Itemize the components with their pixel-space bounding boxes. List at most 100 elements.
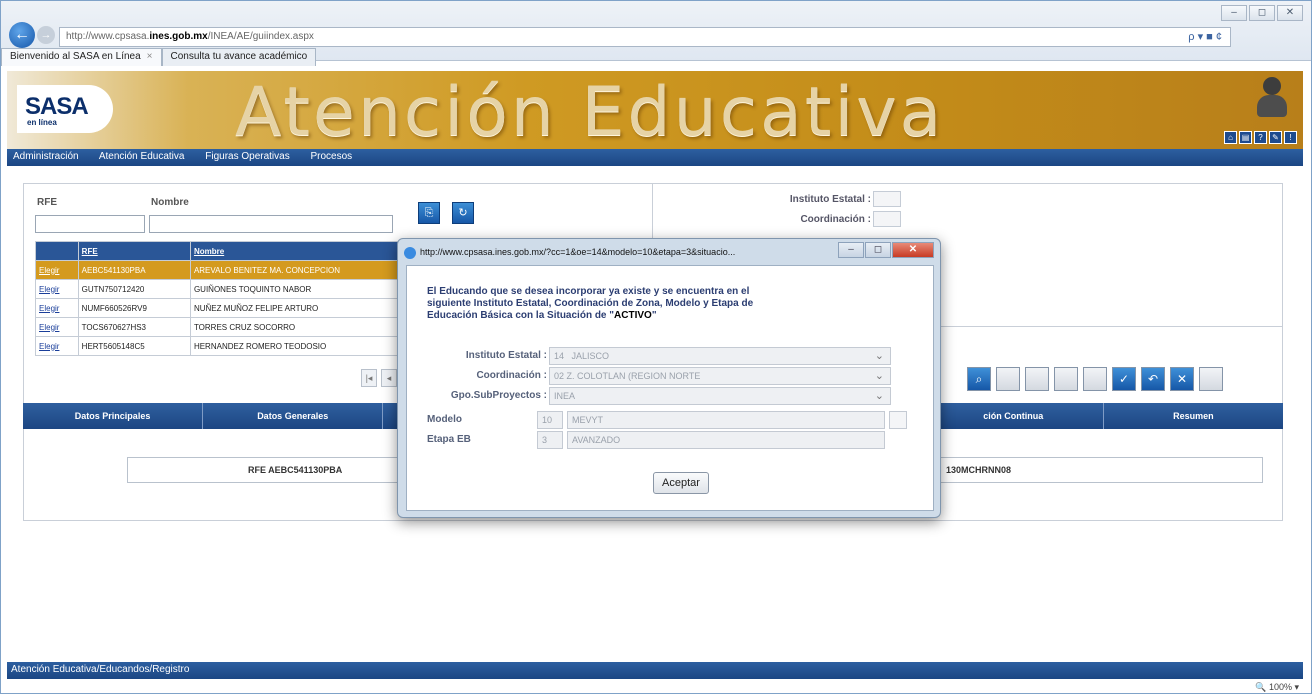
tools-icon[interactable]: ✎ [1269, 131, 1282, 144]
nombre-input[interactable] [149, 215, 393, 233]
tab-label: Consulta tu avance académico [170, 51, 308, 62]
row-nombre: TORRES CRUZ SOCORRO [189, 317, 430, 337]
menu-atencion-educativa[interactable]: Atención Educativa [99, 151, 185, 162]
table-row[interactable]: Elegir NUMF660526RV9 NUÑEZ MUÑOZ FELIPE … [35, 298, 430, 318]
tab-bienvenido[interactable]: Bienvenido al SASA en Línea × [1, 48, 162, 66]
coordinacion-field-label: Coordinación : [476, 370, 547, 381]
ie-icon [404, 247, 416, 259]
rfe-label: RFE [37, 197, 57, 208]
row-nombre: GUIÑONES TOQUINTO NABOR [189, 279, 430, 299]
tab-consulta[interactable]: Consulta tu avance académico [161, 48, 317, 66]
home-icon[interactable]: ⌂ [1224, 131, 1237, 144]
address-tools[interactable]: ρ ▾ ■ ¢ [1188, 30, 1222, 43]
message-line: siguiente Instituto Estatal, Coordinació… [427, 298, 754, 309]
app-banner: SASA en línea Atención Educativa ⌂ ▤ ? ✎… [7, 71, 1303, 149]
help-icon[interactable]: ? [1254, 131, 1267, 144]
status-activo: ACTIVO [614, 310, 652, 321]
row-nombre: AREVALO BENITEZ MA. CONCEPCION [189, 260, 430, 280]
minimize-icon[interactable]: ‒ [1221, 5, 1247, 21]
window-icon[interactable]: ▤ [1239, 131, 1252, 144]
close-icon[interactable]: ✕ [892, 242, 934, 258]
row-rfe: NUMF660526RV9 [77, 298, 191, 318]
gpo-select[interactable]: INEA ⌄ [549, 387, 891, 405]
refresh-icon[interactable]: ↻ [452, 202, 474, 224]
instituto-select[interactable]: 14 JALISCO ⌄ [549, 347, 891, 365]
elegir-link[interactable]: Elegir [35, 260, 79, 280]
dialog-body: El Educando que se desea incorporar ya e… [406, 265, 934, 511]
elegir-link[interactable]: Elegir [35, 279, 79, 299]
user-icon[interactable] [1255, 77, 1289, 117]
gpo-value: INEA [554, 391, 576, 401]
dialog-title-text: http://www.cpsasa.ines.gob.mx/?cc=1&oe=1… [420, 247, 736, 257]
coordinacion-label: Coordinación : [800, 214, 871, 225]
close-tab-icon[interactable]: × [147, 51, 153, 62]
main-menu: Administración Atención Educativa Figura… [7, 149, 1303, 166]
back-arrow-icon[interactable]: ← [9, 22, 35, 48]
zoom-level[interactable]: 🔍 100% ▾ [1255, 682, 1299, 693]
browser-tabs: Bienvenido al SASA en Línea × Consulta tu… [1, 48, 317, 66]
instituto-field-label: Instituto Estatal : [465, 350, 547, 361]
action-toolbar: ⌕ ✓ ↶ ✕ [967, 367, 1223, 391]
duplicate-student-dialog: http://www.cpsasa.ines.gob.mx/?cc=1&oe=1… [397, 238, 941, 518]
aceptar-button[interactable]: Aceptar [653, 472, 709, 494]
menu-figuras-operativas[interactable]: Figuras Operativas [205, 151, 289, 162]
close-icon[interactable]: ✕ [1277, 5, 1303, 21]
message-end: " [651, 310, 657, 321]
coordinacion-value: 02 Z. COLOTLAN (REGION NORTE [554, 371, 701, 381]
elegir-link[interactable]: Elegir [35, 298, 79, 318]
search-icon[interactable]: ⌕ [967, 367, 991, 391]
col-nombre[interactable]: Nombre [189, 241, 430, 261]
table-row[interactable]: Elegir HERT5605148C5 HERNANDEZ ROMERO TE… [35, 336, 430, 356]
etapa-label: Etapa EB [427, 434, 471, 445]
search-icon[interactable]: ⎘ [418, 202, 440, 224]
modelo-lookup-button[interactable] [889, 411, 907, 429]
first-page-icon[interactable]: |◂ [361, 369, 377, 387]
edit-icon[interactable] [1054, 367, 1078, 391]
row-rfe: TOCS670627HS3 [77, 317, 191, 337]
row-rfe: HERT5605148C5 [77, 336, 191, 356]
table-row[interactable]: Elegir TOCS670627HS3 TORRES CRUZ SOCORRO [35, 317, 430, 337]
message-line: El Educando que se desea incorporar ya e… [427, 286, 750, 297]
browser-window: ‒ ◻ ✕ ← → http://www.cpsasa.ines.gob.mx/… [0, 0, 1312, 694]
tab-label: Bienvenido al SASA en Línea [10, 51, 141, 62]
table-row[interactable]: Elegir AEBC541130PBA AREVALO BENITEZ MA.… [35, 260, 430, 280]
elegir-link[interactable]: Elegir [35, 317, 79, 337]
coordinacion-select[interactable]: 02 Z. COLOTLAN (REGION NORTE ⌄ [549, 367, 891, 385]
chevron-down-icon: ⌄ [874, 370, 884, 382]
etapa-value: AVANZADO [567, 431, 885, 449]
table-header: RFE Nombre [35, 241, 430, 261]
copy-icon[interactable] [1025, 367, 1049, 391]
tab-resumen[interactable]: Resumen [1104, 403, 1283, 429]
maximize-icon[interactable]: ◻ [865, 242, 891, 258]
prev-page-icon[interactable]: ◂ [381, 369, 397, 387]
exit-icon[interactable] [1199, 367, 1223, 391]
col-rfe[interactable]: RFE [77, 241, 191, 261]
elegir-link[interactable]: Elegir [35, 336, 79, 356]
print-icon[interactable] [1083, 367, 1107, 391]
tab-datos-generales[interactable]: Datos Generales [203, 403, 384, 429]
exit-icon[interactable]: ! [1284, 131, 1297, 144]
tab-continua[interactable]: ción Continua [924, 403, 1104, 429]
undo-icon[interactable]: ↶ [1141, 367, 1165, 391]
forward-arrow-icon[interactable]: → [37, 26, 55, 44]
rfe-input[interactable] [35, 215, 145, 233]
row-nombre: HERNANDEZ ROMERO TEODOSIO [189, 336, 430, 356]
menu-administracion[interactable]: Administración [13, 151, 79, 162]
dialog-title: http://www.cpsasa.ines.gob.mx/?cc=1&oe=1… [404, 243, 844, 263]
chevron-down-icon: ⌄ [874, 390, 884, 402]
coordinacion-box [873, 211, 901, 227]
tab-datos-principales[interactable]: Datos Principales [23, 403, 204, 429]
table-row[interactable]: Elegir GUTN750712420 GUIÑONES TOQUINTO N… [35, 279, 430, 299]
address-bar[interactable]: http://www.cpsasa.ines.gob.mx/INEA/AE/gu… [59, 27, 1231, 47]
new-icon[interactable] [996, 367, 1020, 391]
chevron-down-icon: ⌄ [874, 350, 884, 362]
pager: |◂ ◂ [361, 369, 397, 387]
minimize-icon[interactable]: ‒ [838, 242, 864, 258]
cancel-icon[interactable]: ✕ [1170, 367, 1194, 391]
banner-title: Atención Educativa [235, 73, 945, 149]
restore-icon[interactable]: ◻ [1249, 5, 1275, 21]
instituto-label: Instituto Estatal : [789, 194, 871, 205]
check-icon[interactable]: ✓ [1112, 367, 1136, 391]
menu-procesos[interactable]: Procesos [311, 151, 353, 162]
modelo-label: Modelo [427, 414, 462, 425]
